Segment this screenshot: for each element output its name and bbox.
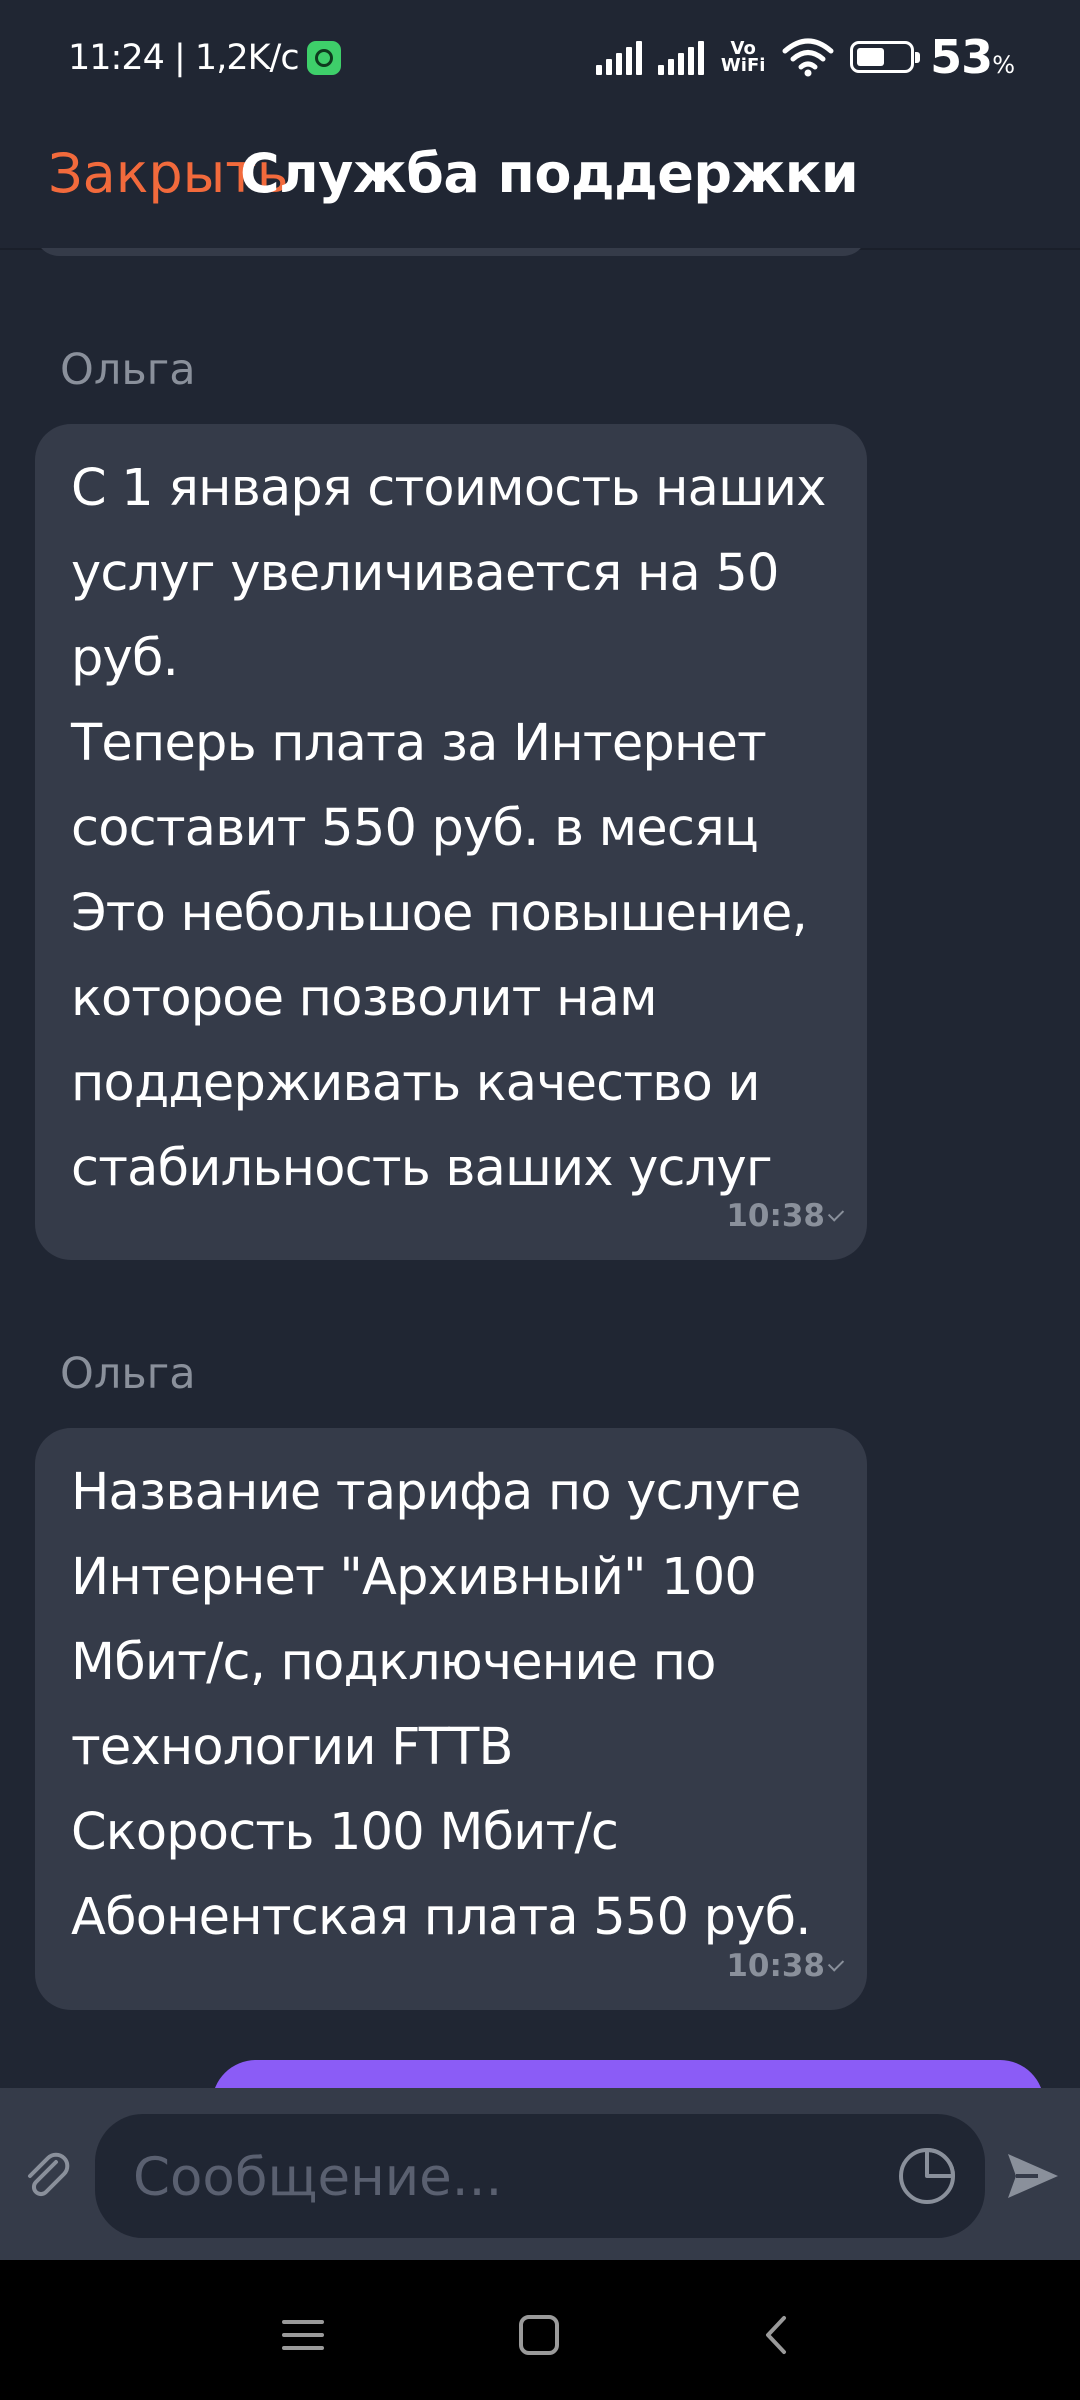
- check-icon: [827, 1204, 845, 1222]
- outgoing-message-bubble[interactable]: [212, 2060, 1044, 2088]
- check-icon: [827, 1954, 845, 1972]
- status-time: 11:24: [68, 38, 165, 78]
- status-bar: 11:24 | 1,2K/с Vo WiFi 53%: [0, 0, 1080, 120]
- previous-message-bubble: [35, 248, 867, 256]
- message-text: С 1 января стоимость наших услуг увеличи…: [71, 459, 826, 1198]
- screen: 11:24 | 1,2K/с Vo WiFi 53% Закрыть Служб…: [0, 0, 1080, 2400]
- message-meta: 10:38: [726, 1948, 845, 1984]
- message-time: 10:38: [726, 1198, 825, 1234]
- message-composer: [0, 2088, 1080, 2260]
- message-sender: Ольга: [60, 1349, 196, 1399]
- message-bubble[interactable]: Название тарифа по услуге Интернет "Архи…: [35, 1428, 867, 2010]
- vpn-badge-icon: [306, 41, 341, 75]
- battery-percent-value: 53: [930, 30, 993, 84]
- battery-icon: [850, 41, 921, 73]
- vowifi-line2: WiFi: [720, 55, 766, 76]
- battery-percent: 53%: [930, 30, 1015, 84]
- sticker-icon[interactable]: [895, 2144, 959, 2208]
- status-right: Vo WiFi 53%: [596, 30, 1015, 84]
- message-time: 10:38: [726, 1948, 825, 1984]
- page-title: Служба поддержки: [240, 142, 859, 205]
- message-input[interactable]: [131, 2114, 855, 2240]
- menu-icon[interactable]: [278, 2310, 328, 2360]
- system-nav-bar: [0, 2260, 1080, 2400]
- battery-fill: [857, 48, 884, 66]
- vowifi-icon: Vo WiFi: [720, 40, 766, 76]
- message-field[interactable]: [95, 2114, 985, 2240]
- battery-percent-unit: %: [992, 51, 1015, 79]
- status-separator: |: [163, 38, 195, 78]
- message-text: Название тарифа по услуге Интернет "Архи…: [71, 1463, 811, 1947]
- wifi-icon: [782, 38, 834, 77]
- message-bubble[interactable]: С 1 января стоимость наших услуг увеличи…: [35, 424, 867, 1260]
- signal-1-icon: [596, 39, 643, 75]
- message-meta: 10:38: [726, 1198, 845, 1234]
- home-icon[interactable]: [514, 2310, 564, 2360]
- message-sender: Ольга: [60, 345, 196, 395]
- back-icon[interactable]: [752, 2310, 802, 2360]
- send-icon[interactable]: [1002, 2148, 1062, 2204]
- signal-2-icon: [658, 39, 705, 75]
- network-speed: 1,2K/с: [194, 38, 300, 78]
- chat-header: Закрыть Служба поддержки: [0, 120, 1080, 250]
- chat-area[interactable]: Ольга С 1 января стоимость наших услуг у…: [0, 248, 1080, 2088]
- status-left: 11:24 | 1,2K/с: [68, 38, 341, 78]
- paperclip-icon[interactable]: [20, 2148, 76, 2204]
